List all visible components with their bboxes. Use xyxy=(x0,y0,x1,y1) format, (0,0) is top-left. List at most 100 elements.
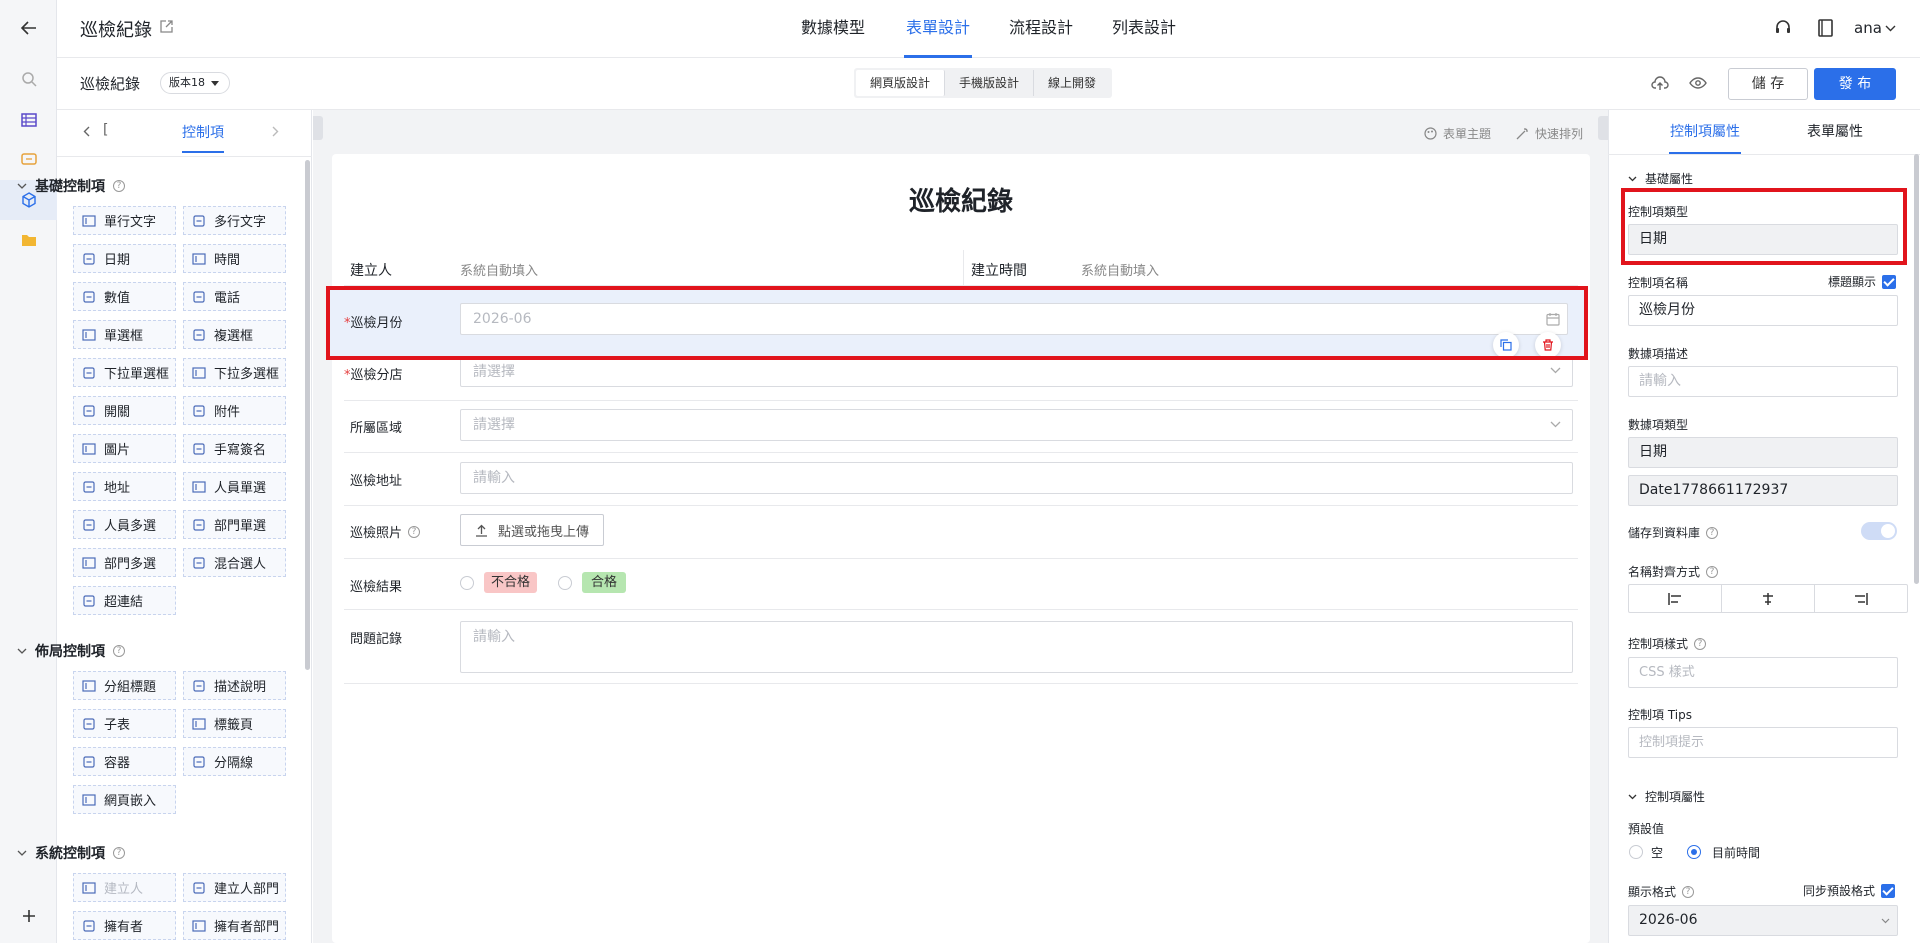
region-select[interactable]: 請選擇 xyxy=(460,409,1573,441)
segment-web[interactable]: 網頁版設計 xyxy=(856,70,946,96)
palette-control-item[interactable]: 下拉單選框 xyxy=(73,358,176,387)
form-theme-button[interactable]: 表單主題 xyxy=(1424,125,1491,142)
support-icon[interactable] xyxy=(1774,19,1792,37)
segment-online-dev[interactable]: 線上開發 xyxy=(1034,70,1110,96)
palette-control-item[interactable]: 地址 xyxy=(73,472,176,501)
palette-control-item[interactable]: 單行文字 xyxy=(73,206,176,235)
palette-control-item[interactable]: 分組標題 xyxy=(73,671,176,700)
collapse-left-handle[interactable] xyxy=(313,116,323,140)
format-select[interactable]: 2026-06 xyxy=(1628,905,1898,936)
tab-flow-design[interactable]: 流程設計 xyxy=(1007,0,1075,58)
collapse-right-handle[interactable] xyxy=(1598,116,1608,140)
palette-control-item[interactable]: 部門單選 xyxy=(183,510,286,539)
radio-fail[interactable] xyxy=(460,576,474,590)
tab-control-props[interactable]: 控制項屬性 xyxy=(1669,121,1741,154)
chat-icon[interactable] xyxy=(0,140,57,180)
ctrl-section-header[interactable]: 控制項屬性 xyxy=(1628,788,1705,805)
tab-data-model[interactable]: 數據模型 xyxy=(799,0,867,58)
align-center-icon[interactable] xyxy=(1722,585,1815,612)
publish-button[interactable]: 發 布 xyxy=(1814,68,1896,100)
help-icon[interactable]: ? xyxy=(113,847,125,859)
tips-input[interactable]: 控制項提示 xyxy=(1628,727,1898,758)
preview-eye-icon[interactable] xyxy=(1689,77,1707,89)
palette-control-item[interactable]: 圖片 xyxy=(73,434,176,463)
segment-mobile[interactable]: 手機版設計 xyxy=(945,70,1035,96)
tab-form-design[interactable]: 表單設計 xyxy=(904,0,973,58)
radio-empty[interactable] xyxy=(1629,845,1643,859)
palette-control-item[interactable]: 描述說明 xyxy=(183,671,286,700)
radio-now[interactable] xyxy=(1687,845,1701,859)
align-left-icon[interactable] xyxy=(1629,585,1722,612)
palette-control-item[interactable]: 單選框 xyxy=(73,320,176,349)
store-select[interactable]: 請選擇 xyxy=(460,356,1573,387)
align-right-icon[interactable] xyxy=(1815,585,1907,612)
title-display-toggle[interactable]: 標題顯示 xyxy=(1828,273,1897,290)
tab-form-props[interactable]: 表單屬性 xyxy=(1807,121,1863,141)
palette-control-item[interactable]: 多行文字 xyxy=(183,206,286,235)
control-name-input[interactable]: 巡檢月份 xyxy=(1628,295,1898,326)
cloud-upload-icon[interactable] xyxy=(1651,75,1669,91)
radio-pass[interactable] xyxy=(558,576,572,590)
tab-list-design[interactable]: 列表設計 xyxy=(1110,0,1178,58)
palette-control-item[interactable]: 混合選人 xyxy=(183,548,286,577)
save-button[interactable]: 儲 存 xyxy=(1728,68,1808,100)
help-icon[interactable]: ? xyxy=(408,525,421,538)
add-icon[interactable] xyxy=(0,896,57,936)
address-input[interactable]: 請輸入 xyxy=(460,462,1573,494)
palette-control-item[interactable]: 網頁嵌入 xyxy=(73,785,176,814)
help-icon[interactable]: ? xyxy=(1706,565,1719,578)
palette-control-item[interactable]: 擁有者 xyxy=(73,911,176,940)
chevron-left-icon[interactable] xyxy=(83,126,90,137)
properties-scrollbar[interactable] xyxy=(1914,154,1919,584)
palette-control-item[interactable]: 分隔線 xyxy=(183,747,286,776)
help-icon[interactable]: ? xyxy=(1682,885,1695,898)
palette-control-item[interactable]: 附件 xyxy=(183,396,286,425)
palette-control-item[interactable]: 部門多選 xyxy=(73,548,176,577)
palette-tab-left[interactable]: [ xyxy=(103,122,108,138)
palette-control-item[interactable]: 下拉多選框 xyxy=(183,358,286,387)
help-icon[interactable]: ? xyxy=(1706,526,1719,539)
palette-control-item[interactable]: 複選框 xyxy=(183,320,286,349)
palette-control-item[interactable]: 人員多選 xyxy=(73,510,176,539)
palette-control-item[interactable]: 超連結 xyxy=(73,586,176,615)
palette-control-item[interactable]: 子表 xyxy=(73,709,176,738)
back-arrow-icon[interactable] xyxy=(0,8,57,48)
palette-control-item[interactable]: 時間 xyxy=(183,244,286,273)
css-style-input[interactable]: CSS 樣式 xyxy=(1628,657,1898,688)
palette-scrollbar[interactable] xyxy=(305,160,310,670)
help-icon[interactable]: ? xyxy=(113,645,125,657)
sync-format-toggle[interactable]: 同步預設格式 xyxy=(1803,882,1896,899)
version-select[interactable]: 版本18 xyxy=(160,72,230,94)
palette-control-item[interactable]: 手寫簽名 xyxy=(183,434,286,463)
palette-tab-controls[interactable]: 控制項 xyxy=(182,122,224,153)
sync-format-checkbox[interactable] xyxy=(1881,883,1896,898)
title-display-checkbox[interactable] xyxy=(1882,274,1897,289)
palette-control-item[interactable]: 標籤頁 xyxy=(183,709,286,738)
book-icon[interactable] xyxy=(1818,19,1833,37)
palette-control-item[interactable]: 擁有者部門 xyxy=(183,911,286,940)
palette-section-0[interactable]: 基礎控制項? xyxy=(17,176,125,196)
palette-control-item[interactable]: 建立人部門 xyxy=(183,873,286,902)
palette-control-item[interactable]: 日期 xyxy=(73,244,176,273)
save-db-switch[interactable] xyxy=(1861,522,1897,540)
external-link-icon[interactable] xyxy=(160,20,173,33)
issue-textarea[interactable]: 請輸入 xyxy=(460,621,1573,673)
table-icon[interactable] xyxy=(0,100,57,140)
quick-arrange-button[interactable]: 快速排列 xyxy=(1516,125,1583,142)
upload-button[interactable]: 點選或拖曳上傳 xyxy=(460,514,605,546)
search-icon[interactable] xyxy=(0,59,57,99)
palette-control-item[interactable]: 人員單選 xyxy=(183,472,286,501)
chevron-right-icon[interactable] xyxy=(272,126,279,137)
palette-control-item[interactable]: 容器 xyxy=(73,747,176,776)
chevron-down-icon[interactable] xyxy=(1885,25,1896,32)
folder-icon[interactable] xyxy=(0,220,57,260)
data-desc-input[interactable]: 請輸入 xyxy=(1628,366,1898,397)
basic-section-header[interactable]: 基礎屬性 xyxy=(1628,170,1693,187)
user-name[interactable]: ana xyxy=(1854,19,1882,37)
palette-control-item[interactable]: 建立人 xyxy=(73,873,176,902)
palette-control-item[interactable]: 開關 xyxy=(73,396,176,425)
help-icon[interactable]: ? xyxy=(1694,637,1707,650)
palette-control-item[interactable]: 電話 xyxy=(183,282,286,311)
palette-section-1[interactable]: 佈局控制項? xyxy=(17,641,125,661)
help-icon[interactable]: ? xyxy=(113,180,125,192)
